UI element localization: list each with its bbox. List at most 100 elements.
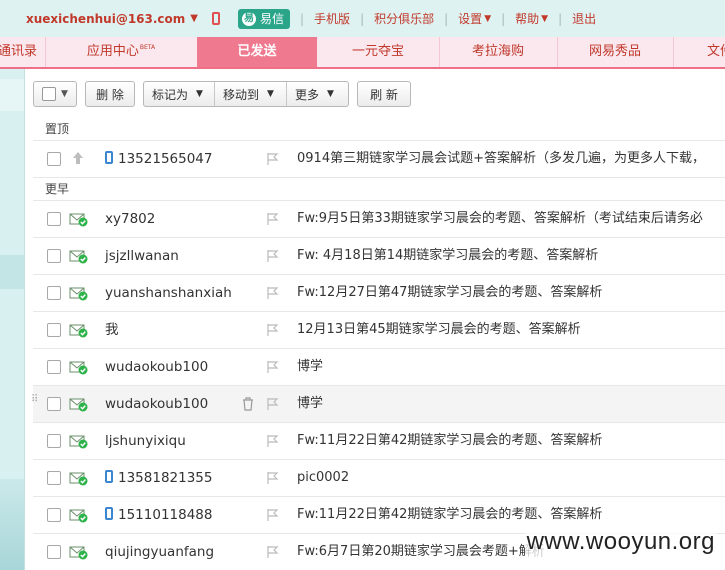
flag-icon[interactable] bbox=[266, 545, 280, 559]
mail-row[interactable]: ljshunyixiqu Fw:11月22日第42期链家学习晨会的考题、答案解析 bbox=[33, 422, 725, 459]
more-dropdown[interactable]: 更多 ▼ bbox=[287, 82, 348, 106]
account-email[interactable]: xuexichenhui@163.com bbox=[26, 12, 185, 26]
row-checkbox[interactable] bbox=[47, 434, 61, 448]
mail-subject[interactable]: Fw:12月27日第47期链家学习晨会的考题、答案解析 bbox=[297, 275, 602, 311]
checkbox[interactable] bbox=[42, 87, 57, 101]
sender-text: wudaokoub100 bbox=[105, 396, 209, 412]
sent-mail-icon bbox=[69, 546, 88, 560]
mail-sender: qiujingyuanfang bbox=[105, 534, 214, 570]
tab-label: 文件 bbox=[707, 44, 725, 59]
chevron-down-icon: ▼ bbox=[267, 89, 274, 99]
flag-icon[interactable] bbox=[266, 397, 280, 411]
flag-icon[interactable] bbox=[266, 360, 280, 374]
row-checkbox[interactable] bbox=[47, 323, 61, 337]
flag-icon[interactable] bbox=[266, 323, 280, 337]
mail-row[interactable]: wudaokoub100 博学 bbox=[33, 348, 725, 385]
row-checkbox[interactable] bbox=[47, 508, 61, 522]
trash-icon[interactable] bbox=[242, 397, 254, 411]
flag-icon[interactable] bbox=[266, 434, 280, 448]
points-club-link[interactable]: 积分俱乐部 bbox=[374, 10, 434, 27]
flag-icon[interactable] bbox=[266, 286, 280, 300]
mail-sender: 我 bbox=[105, 312, 119, 348]
logout-link[interactable]: 退出 bbox=[572, 10, 596, 27]
tab-label: 网易秀品 bbox=[588, 44, 641, 59]
mobile-phone-icon[interactable] bbox=[211, 12, 220, 25]
divider: | bbox=[300, 11, 305, 26]
flag-icon[interactable] bbox=[266, 249, 280, 263]
tab-label: 考拉海购 bbox=[471, 44, 524, 59]
row-checkbox[interactable] bbox=[47, 212, 61, 226]
mail-subject[interactable]: pic0002 bbox=[297, 460, 349, 496]
mail-row[interactable]: 我 12月13日第45期链家学习晨会的考题、答案解析 bbox=[33, 311, 725, 348]
sent-mail-icon bbox=[69, 250, 88, 264]
divider: | bbox=[360, 11, 365, 26]
mail-row-pinned[interactable]: 13521565047 0914第三期链家学习晨会试题+答案解析（多发几遍，为更… bbox=[33, 140, 725, 177]
sent-mail-icon bbox=[69, 361, 88, 375]
flag-icon[interactable] bbox=[266, 471, 280, 485]
mail-row[interactable]: xy7802 Fw:9月5日第33期链家学习晨会的考题、答案解析（考试结束后请务必 bbox=[33, 200, 725, 237]
mail-row[interactable]: jsjzllwanan Fw: 4月18日第14期链家学习晨会的考题、答案解析 bbox=[33, 237, 725, 274]
mail-subject[interactable]: 0914第三期链家学习晨会试题+答案解析（多发几遍，为更多人下载， bbox=[297, 141, 705, 177]
pin-arrow-icon[interactable] bbox=[72, 151, 84, 165]
sent-mail-icon bbox=[69, 509, 88, 523]
mail-row[interactable]: ⠿ wudaokoub100 博学 bbox=[31, 385, 725, 422]
mobile-version-link[interactable]: 手机版 bbox=[314, 10, 350, 27]
row-checkbox[interactable] bbox=[47, 545, 61, 559]
settings-link[interactable]: 设置 bbox=[458, 10, 482, 27]
mail-row[interactable]: 13581821355 pic0002 bbox=[33, 459, 725, 496]
flag-icon[interactable] bbox=[266, 152, 280, 166]
row-checkbox[interactable] bbox=[47, 397, 61, 411]
yixin-button[interactable]: 易易信 bbox=[237, 8, 290, 29]
sent-mail-icon bbox=[69, 213, 88, 227]
chevron-down-icon[interactable]: ▼ bbox=[190, 13, 198, 24]
sender-text: 我 bbox=[105, 322, 119, 338]
sidebar-item-selected[interactable] bbox=[0, 255, 24, 289]
mail-subject[interactable]: 博学 bbox=[297, 386, 323, 422]
refresh-button[interactable]: 刷 新 bbox=[357, 81, 411, 107]
sidebar-item[interactable] bbox=[0, 79, 24, 111]
row-checkbox[interactable] bbox=[47, 249, 61, 263]
row-checkbox[interactable] bbox=[47, 360, 61, 374]
mail-subject[interactable]: Fw:9月5日第33期链家学习晨会的考题、答案解析（考试结束后请务必 bbox=[297, 201, 703, 237]
tab-files[interactable]: 文件 bbox=[673, 37, 725, 67]
tab-kaola[interactable]: 考拉海购 bbox=[439, 37, 558, 67]
watermark: www.wooyun.org bbox=[524, 528, 717, 556]
chevron-down-icon: ▼ bbox=[327, 89, 334, 99]
flag-icon[interactable] bbox=[266, 508, 280, 522]
row-checkbox[interactable] bbox=[47, 286, 61, 300]
mail-list: 置顶 13521565047 0914第三期链家学习晨会试题+答案解析（多发几遍… bbox=[31, 118, 725, 570]
mobile-phone-icon bbox=[105, 151, 113, 164]
row-checkbox[interactable] bbox=[47, 152, 61, 166]
tab-yiyuan-duobao[interactable]: 一元夺宝 bbox=[317, 37, 440, 67]
sender-text: 15110118488 bbox=[118, 507, 213, 523]
row-checkbox[interactable] bbox=[47, 471, 61, 485]
group-header-earlier: 更早 bbox=[33, 177, 725, 200]
mail-toolbar: ▼ 删 除 标记为 ▼ 移动到 ▼ 更多 ▼ 刷 新 bbox=[33, 81, 419, 109]
mail-sender: xy7802 bbox=[105, 201, 155, 237]
delete-button[interactable]: 删 除 bbox=[85, 81, 135, 107]
mark-as-dropdown[interactable]: 标记为 ▼ bbox=[144, 82, 215, 106]
divider: | bbox=[444, 11, 449, 26]
mail-subject[interactable]: Fw: 4月18日第14期链家学习晨会的考题、答案解析 bbox=[297, 238, 598, 274]
tab-contacts[interactable]: 通讯录 bbox=[0, 37, 46, 67]
mail-subject[interactable]: Fw:6月7日第20期链家学习晨会考题+解析 bbox=[297, 534, 545, 570]
tab-netease-xiupin[interactable]: 网易秀品 bbox=[557, 37, 674, 67]
mail-row[interactable]: yuanshanshanxiah Fw:12月27日第47期链家学习晨会的考题、答… bbox=[33, 274, 725, 311]
mail-subject[interactable]: 博学 bbox=[297, 349, 323, 385]
select-all-dropdown[interactable]: ▼ bbox=[33, 81, 77, 107]
tab-label: 一元夺宝 bbox=[351, 44, 404, 59]
drag-handle-icon[interactable]: ⠿ bbox=[31, 395, 38, 405]
mail-sender: ljshunyixiqu bbox=[105, 423, 186, 459]
tab-app-center[interactable]: 应用中心BETA bbox=[45, 37, 198, 67]
move-to-dropdown[interactable]: 移动到 ▼ bbox=[215, 82, 287, 106]
tab-sent[interactable]: 已发送 bbox=[197, 37, 317, 67]
flag-icon[interactable] bbox=[266, 212, 280, 226]
mail-sender: 15110118488 bbox=[105, 497, 212, 533]
help-link[interactable]: 帮助 bbox=[515, 10, 539, 27]
chevron-down-icon: ▼ bbox=[484, 13, 492, 24]
mail-subject[interactable]: Fw:11月22日第42期链家学习晨会的考题、答案解析 bbox=[297, 423, 602, 459]
mail-subject[interactable]: 12月13日第45期链家学习晨会的考题、答案解析 bbox=[297, 312, 581, 348]
divider: | bbox=[558, 11, 563, 26]
sent-mail-icon bbox=[69, 472, 88, 486]
delete-label: 删 除 bbox=[96, 87, 124, 102]
